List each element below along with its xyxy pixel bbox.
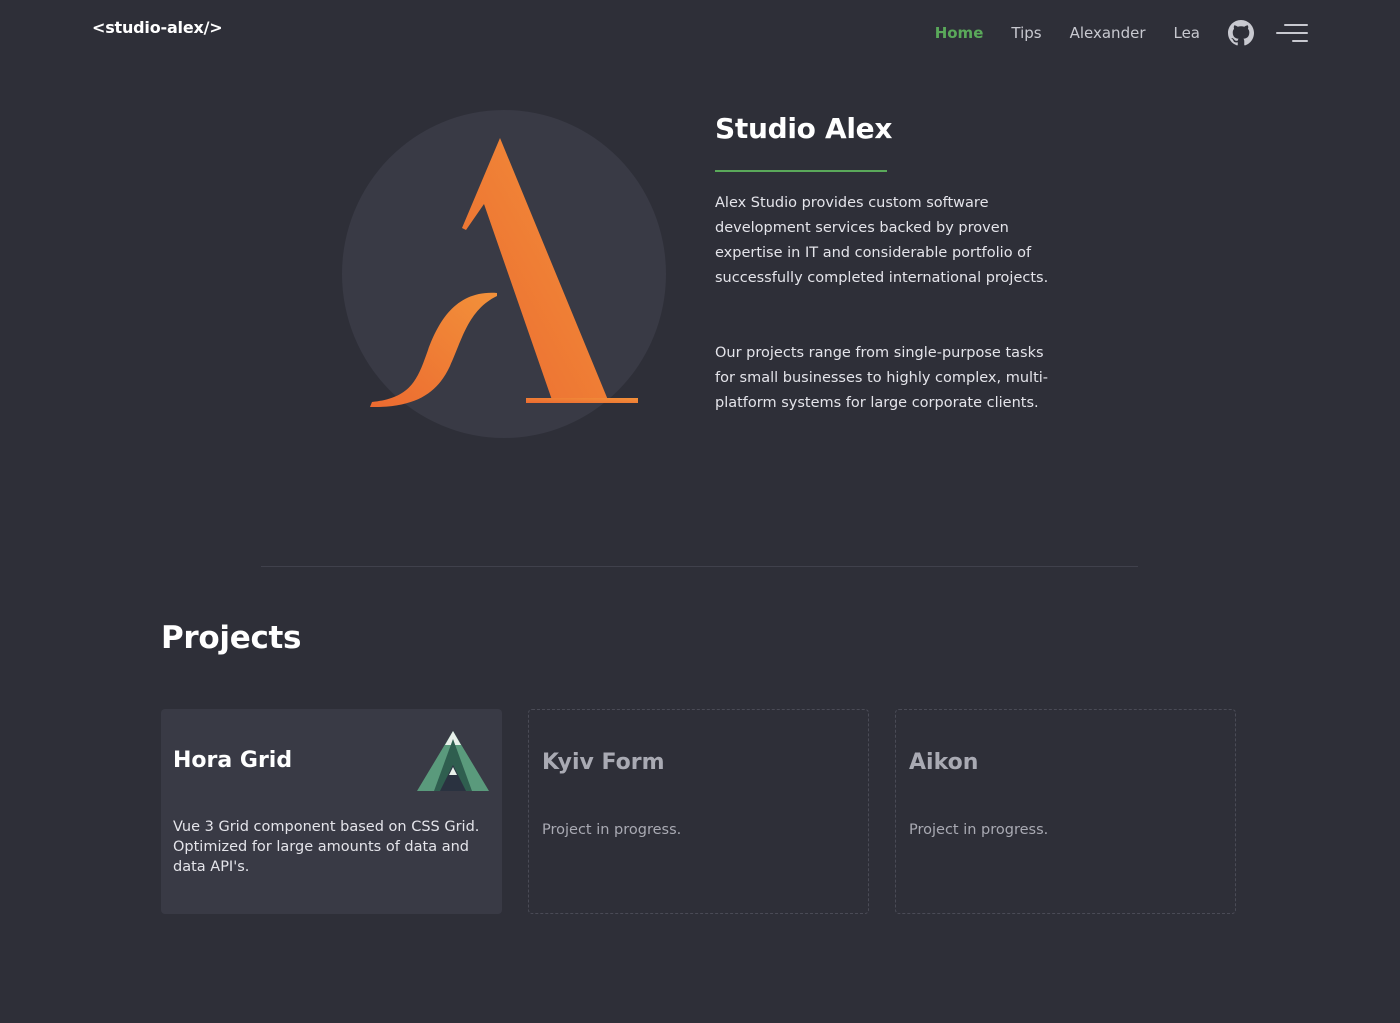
nav-link-alexander[interactable]: Alexander: [1070, 24, 1146, 42]
projects-heading: Projects: [161, 620, 302, 656]
studio-alex-logo-icon: [370, 138, 638, 408]
project-card-description: Project in progress.: [542, 822, 682, 838]
project-card-description: Vue 3 Grid component based on CSS Grid. …: [173, 819, 480, 875]
hero-projects-paragraph: Our projects range from single-purpose t…: [715, 345, 1049, 411]
nav-link-home[interactable]: Home: [935, 24, 984, 42]
nav-link-tips[interactable]: Tips: [1011, 24, 1041, 42]
project-card-title: Aikon: [909, 750, 979, 775]
project-card-hora-grid[interactable]: Hora Grid Vue 3 Grid component based on …: [161, 709, 502, 914]
project-card-title: Kyiv Form: [542, 750, 665, 775]
section-divider: [261, 566, 1138, 567]
hero-title-underline: [715, 170, 887, 172]
hora-grid-logo-icon: [417, 731, 489, 791]
menu-icon[interactable]: [1276, 22, 1308, 44]
main-nav: Home Tips Alexander Lea: [907, 20, 1308, 46]
project-card-kyiv-form[interactable]: Kyiv Form Project in progress.: [528, 709, 869, 914]
project-card-description: Project in progress.: [909, 822, 1049, 838]
hero-title: Studio Alex: [715, 112, 893, 145]
github-icon[interactable]: [1228, 20, 1254, 46]
site-logo[interactable]: <studio-alex/>: [92, 18, 223, 37]
hero-intro-paragraph: Alex Studio provides custom software dev…: [715, 195, 1049, 286]
project-card-title: Hora Grid: [173, 748, 293, 773]
nav-link-lea[interactable]: Lea: [1173, 24, 1200, 42]
project-card-aikon[interactable]: Aikon Project in progress.: [895, 709, 1236, 914]
